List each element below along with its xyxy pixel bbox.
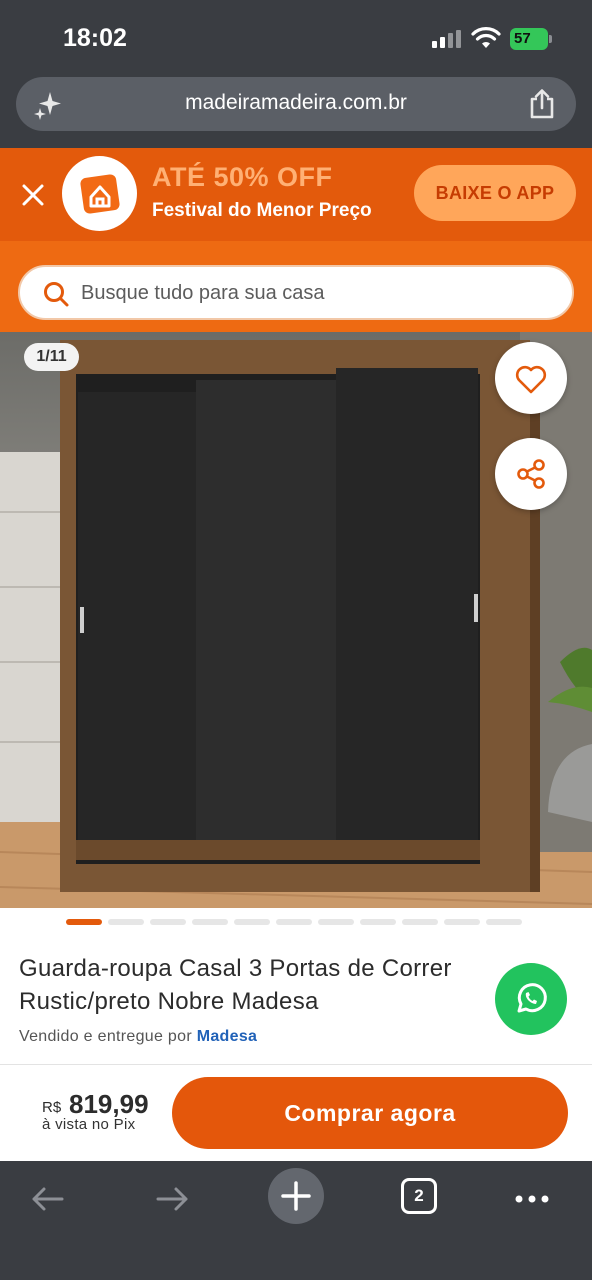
- share-nodes-icon: [517, 459, 545, 489]
- seller-prefix: Vendido e entregue por: [19, 1028, 192, 1045]
- battery-indicator: 57: [510, 28, 552, 50]
- search-section: Busque tudo para sua casa: [0, 241, 592, 332]
- promo-subheadline: Festival do Menor Preço: [152, 200, 372, 221]
- seller-link[interactable]: Madesa: [197, 1028, 258, 1045]
- image-carousel-dots[interactable]: [66, 919, 522, 925]
- carousel-dot[interactable]: [150, 919, 186, 925]
- browser-top-chrome: 18:02 57 madeiramadeira.com.br: [0, 0, 592, 148]
- promo-headline: ATÉ 50% OFF: [152, 162, 333, 192]
- buy-now-button[interactable]: Comprar agora: [172, 1077, 568, 1149]
- battery-level: 57: [510, 28, 548, 50]
- seller-info: Vendido e entregue por Madesa: [19, 1028, 257, 1046]
- plus-icon: [281, 1181, 311, 1211]
- heart-icon: [515, 365, 547, 394]
- carousel-dot[interactable]: [192, 919, 228, 925]
- search-icon: [44, 282, 69, 307]
- new-tab-button[interactable]: [268, 1168, 324, 1224]
- forward-arrow-icon[interactable]: [152, 1179, 192, 1219]
- address-bar[interactable]: madeiramadeira.com.br: [16, 77, 576, 131]
- price-currency: R$: [42, 1099, 62, 1116]
- carousel-dot[interactable]: [318, 919, 354, 925]
- url-text[interactable]: madeiramadeira.com.br: [16, 91, 576, 115]
- app-promo-banner: ATÉ 50% OFF Festival do Menor Preço BAIX…: [0, 148, 592, 241]
- wardrobe-photo: [0, 332, 592, 908]
- product-title: Guarda-roupa Casal 3 Portas de Correr Ru…: [19, 955, 452, 1015]
- carousel-dot[interactable]: [360, 919, 396, 925]
- search-placeholder[interactable]: Busque tudo para sua casa: [81, 282, 325, 305]
- browser-bottom-toolbar: 2: [0, 1161, 592, 1280]
- close-icon[interactable]: [20, 182, 46, 208]
- wifi-icon: [471, 27, 501, 48]
- carousel-dot[interactable]: [486, 919, 522, 925]
- cellular-signal-icon: [432, 30, 462, 48]
- whatsapp-icon: [517, 983, 547, 1013]
- carousel-dot[interactable]: [108, 919, 144, 925]
- price-note: à vista no Pix: [42, 1116, 136, 1133]
- product-image[interactable]: 1/11: [0, 332, 592, 908]
- more-options-icon[interactable]: [512, 1179, 552, 1219]
- share-product-button[interactable]: [495, 438, 567, 510]
- carousel-dot[interactable]: [402, 919, 438, 925]
- back-arrow-icon[interactable]: [28, 1179, 68, 1219]
- status-time: 18:02: [63, 24, 127, 52]
- carousel-dot[interactable]: [444, 919, 480, 925]
- share-icon[interactable]: [528, 88, 556, 120]
- carousel-dot[interactable]: [234, 919, 270, 925]
- search-input[interactable]: Busque tudo para sua casa: [18, 265, 574, 320]
- download-app-button[interactable]: BAIXE O APP: [414, 165, 576, 221]
- image-counter: 1/11: [24, 343, 79, 371]
- whatsapp-button[interactable]: [495, 963, 567, 1035]
- favorite-button[interactable]: [495, 342, 567, 414]
- house-logo-icon: [62, 156, 137, 231]
- carousel-dot[interactable]: [66, 919, 102, 925]
- tabs-button[interactable]: 2: [401, 1178, 437, 1214]
- carousel-dot[interactable]: [276, 919, 312, 925]
- divider: [0, 1064, 592, 1065]
